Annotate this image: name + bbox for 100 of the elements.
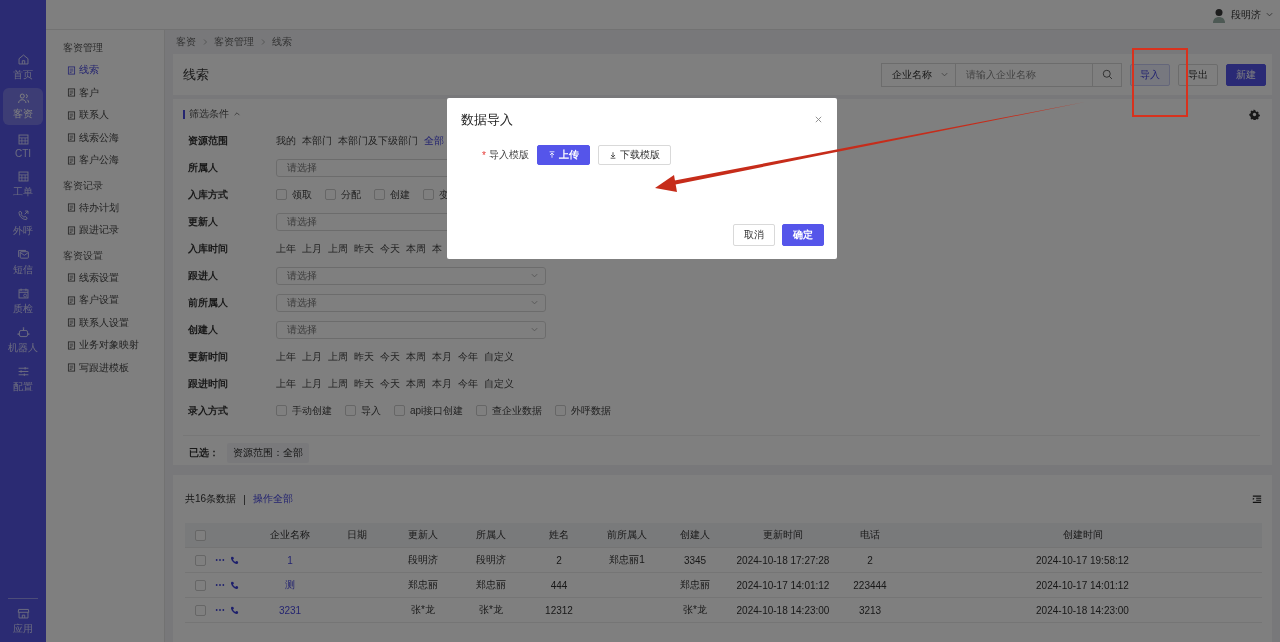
- filter-option[interactable]: 上月: [302, 376, 322, 391]
- row-checkbox[interactable]: [194, 604, 206, 616]
- filter-option[interactable]: 上月: [302, 241, 322, 256]
- filter-option[interactable]: 今天: [380, 349, 400, 364]
- filter-option[interactable]: 自定义: [484, 376, 514, 391]
- filter-option[interactable]: 自定义: [484, 349, 514, 364]
- filter-option[interactable]: 上月: [302, 349, 322, 364]
- row-checkbox[interactable]: [194, 554, 206, 566]
- filter-option[interactable]: 本月: [432, 349, 452, 364]
- filter-option[interactable]: 上周: [328, 349, 348, 364]
- checkbox[interactable]: [394, 405, 405, 416]
- filter-option[interactable]: 本部门及下级部门: [338, 133, 418, 148]
- sidebar-item[interactable]: 跟进记录: [63, 219, 164, 242]
- filter-option[interactable]: 本: [432, 241, 447, 256]
- checkbox[interactable]: [276, 189, 287, 200]
- search-button[interactable]: [1092, 62, 1122, 87]
- nav-item[interactable]: CTI: [3, 127, 43, 164]
- filter-option[interactable]: 昨天: [354, 376, 374, 391]
- checkbox[interactable]: [555, 405, 567, 416]
- bulk-action-link[interactable]: 操作全部: [252, 492, 293, 506]
- more-icon[interactable]: [215, 583, 225, 587]
- filter-tag[interactable]: 资源范围：全部: [227, 443, 309, 463]
- close-icon[interactable]: [814, 115, 823, 124]
- filter-option[interactable]: 我的: [276, 133, 296, 148]
- row-checkbox[interactable]: [194, 579, 206, 591]
- sidebar-group-title: 客资管理: [63, 41, 104, 55]
- column-header[interactable]: 更新人: [408, 529, 438, 540]
- sidebar-item[interactable]: 写跟进模板: [63, 356, 164, 379]
- filter-option[interactable]: 全部: [424, 133, 444, 148]
- filter-toggle[interactable]: 筛选条件: [183, 107, 241, 121]
- company-link[interactable]: 测: [285, 579, 295, 590]
- column-header[interactable]: 创建时间: [1062, 529, 1103, 540]
- filter-option[interactable]: 本部门: [302, 133, 332, 148]
- breadcrumb-item[interactable]: 客资: [176, 35, 196, 49]
- sidebar-item[interactable]: 联系人设置: [63, 311, 164, 334]
- column-header[interactable]: 创建人: [680, 529, 710, 540]
- filter-option[interactable]: 上年: [276, 349, 296, 364]
- settings-icon[interactable]: [1249, 108, 1260, 120]
- more-icon[interactable]: [215, 608, 225, 612]
- filter-option[interactable]: 今天: [380, 241, 400, 256]
- checkbox[interactable]: [325, 189, 336, 200]
- search-field-select[interactable]: 企业名称: [881, 62, 956, 87]
- caret-icon[interactable]: [1265, 10, 1274, 19]
- select-all-checkbox[interactable]: [194, 529, 206, 541]
- filter-option[interactable]: 昨天: [354, 241, 374, 256]
- checkbox[interactable]: [476, 405, 488, 416]
- more-icon[interactable]: [215, 558, 225, 562]
- filter-option[interactable]: 昨天: [354, 349, 374, 364]
- column-header[interactable]: 电话: [860, 529, 880, 540]
- select-field[interactable]: 请选择: [276, 320, 546, 339]
- filter-option[interactable]: 今年: [458, 349, 478, 364]
- column-header[interactable]: 企业名称: [270, 529, 310, 540]
- column-settings-icon[interactable]: [1252, 494, 1262, 504]
- checkbox[interactable]: [276, 405, 287, 416]
- company-link[interactable]: 1: [287, 554, 293, 566]
- filter-option[interactable]: 本周: [406, 349, 426, 364]
- breadcrumb-item[interactable]: 客资管理: [214, 35, 254, 49]
- filter-option[interactable]: 上年: [276, 376, 296, 391]
- column-header[interactable]: 前所属人: [607, 529, 647, 540]
- sidebar-item[interactable]: 客户设置: [63, 289, 164, 312]
- phone-icon[interactable]: [230, 605, 239, 615]
- filter-option[interactable]: 本周: [406, 376, 426, 391]
- filter-option[interactable]: 今年: [458, 376, 478, 391]
- sliders-icon: [16, 365, 30, 378]
- download-template-button[interactable]: 下载模版: [597, 145, 671, 165]
- sidebar-item[interactable]: 线索公海: [63, 126, 164, 149]
- select-field[interactable]: 请选择: [276, 266, 546, 285]
- filter-option[interactable]: 本周: [406, 241, 426, 256]
- filter-option[interactable]: 本月: [432, 376, 452, 391]
- filter-option[interactable]: 上年: [276, 241, 296, 256]
- company-link[interactable]: 3231: [278, 604, 302, 616]
- sidebar-item[interactable]: 业务对象映射: [63, 334, 164, 357]
- dialog-button[interactable]: 确定: [782, 224, 824, 246]
- checkbox[interactable]: [345, 405, 356, 416]
- phone-icon[interactable]: [230, 580, 239, 590]
- sidebar-item[interactable]: 联系人: [63, 104, 164, 127]
- checkbox[interactable]: [374, 189, 385, 200]
- sidebar-item[interactable]: 线索设置: [63, 266, 164, 289]
- filter-option[interactable]: 上周: [328, 241, 348, 256]
- column-header[interactable]: 所属人: [476, 529, 506, 540]
- select-field[interactable]: 请选择: [276, 293, 546, 312]
- column-header[interactable]: 日期: [347, 529, 367, 540]
- header-button[interactable]: 新建: [1226, 63, 1266, 86]
- column-header[interactable]: 更新时间: [763, 529, 803, 540]
- header-button[interactable]: 导出: [1178, 63, 1218, 86]
- filter-option[interactable]: 今天: [380, 376, 400, 391]
- sidebar-item[interactable]: 客户: [63, 81, 164, 104]
- user-name[interactable]: 段明济: [1231, 7, 1261, 22]
- breadcrumb-item[interactable]: 线索: [272, 35, 292, 49]
- checkbox-label: 创建: [390, 187, 410, 202]
- phone-icon[interactable]: [230, 555, 239, 565]
- dialog-button[interactable]: 取消: [733, 224, 775, 246]
- filter-option[interactable]: 上周: [328, 376, 348, 391]
- sidebar-item[interactable]: 客户公海: [63, 149, 164, 172]
- checkbox[interactable]: [423, 189, 434, 200]
- upload-button[interactable]: 上传: [536, 145, 590, 165]
- sidebar-item[interactable]: 待办计划: [63, 196, 164, 219]
- sidebar-item[interactable]: 线索: [63, 59, 164, 82]
- header-button[interactable]: 导入: [1130, 63, 1170, 86]
- column-header[interactable]: 姓名: [549, 529, 569, 540]
